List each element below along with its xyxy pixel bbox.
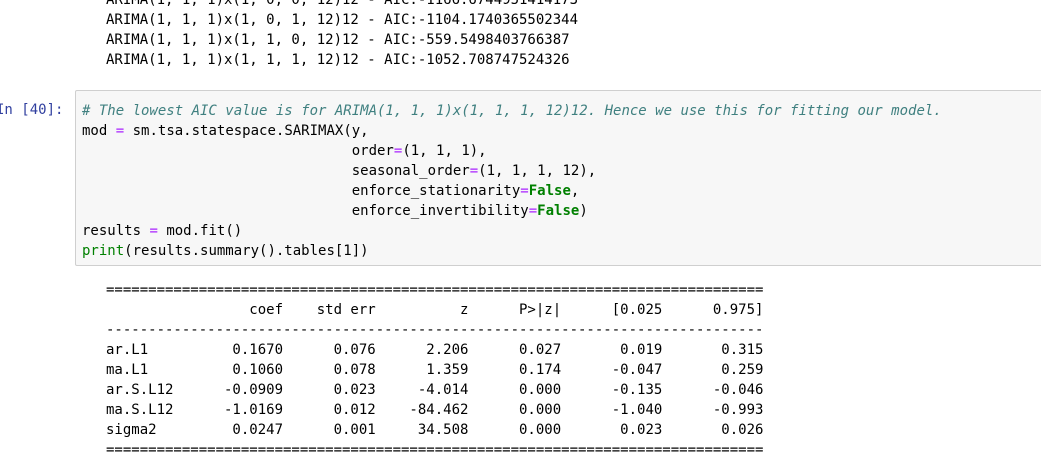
table-rule-mid: ----------------------------------------… bbox=[106, 322, 764, 338]
assign-op: = bbox=[115, 123, 125, 139]
invertibility-eq: = bbox=[528, 203, 538, 219]
code-editor[interactable]: # The lowest AIC value is for ARIMA(1, 1… bbox=[82, 101, 942, 261]
invertibility-kw: enforce_invertibility bbox=[351, 203, 529, 219]
seasonal-val: (1, 1, 1, 12), bbox=[478, 163, 597, 179]
print-fn: print bbox=[82, 243, 125, 259]
code-comment: # The lowest AIC value is for ARIMA(1, 1… bbox=[82, 103, 942, 119]
invertibility-val: False bbox=[537, 203, 580, 219]
table-rule-bottom: ========================================… bbox=[106, 442, 764, 458]
fit-call: mod.fit() bbox=[166, 223, 243, 239]
stationarity-eq: = bbox=[520, 183, 529, 199]
summary-table-output: ========================================… bbox=[106, 280, 763, 460]
results-var: results bbox=[82, 223, 142, 239]
table-row: ma.S.L12 -1.0169 0.012 -84.462 0.000 -1.… bbox=[106, 402, 764, 418]
code-cell-input[interactable]: # The lowest AIC value is for ARIMA(1, 1… bbox=[75, 90, 1041, 266]
aic-line-partial: ARIMA(1, 1, 1)x(1, 0, 0, 12)12 - AIC:-11… bbox=[106, 0, 579, 8]
sarimax-call: sm.tsa.statespace.SARIMAX(y, bbox=[132, 123, 369, 139]
table-row: ma.L1 0.1060 0.078 1.359 0.174 -0.047 0.… bbox=[106, 362, 764, 378]
mod-var: mod bbox=[82, 123, 108, 139]
seasonal-kw: seasonal_order bbox=[351, 163, 470, 179]
table-rule-top: ========================================… bbox=[106, 282, 764, 298]
aic-line-3: ARIMA(1, 1, 1)x(1, 1, 1, 12)12 - AIC:-10… bbox=[106, 52, 570, 68]
seasonal-eq: = bbox=[469, 163, 479, 179]
results-assign: = bbox=[149, 223, 158, 239]
aic-line-1: ARIMA(1, 1, 1)x(1, 0, 1, 12)12 - AIC:-11… bbox=[106, 12, 579, 28]
order-kw: order bbox=[351, 143, 394, 159]
aic-output-top: ARIMA(1, 1, 1)x(1, 0, 0, 12)12 - AIC:-11… bbox=[106, 0, 578, 70]
table-row: sigma2 0.0247 0.001 34.508 0.000 0.023 0… bbox=[106, 422, 764, 438]
table-header: coef std err z P>|z| [0.025 0.975] bbox=[106, 302, 764, 318]
cell-prompt: In [40]: bbox=[0, 102, 64, 118]
table-row: ar.S.L12 -0.0909 0.023 -4.014 0.000 -0.1… bbox=[106, 382, 764, 398]
stationarity-kw: enforce_stationarity bbox=[351, 183, 521, 199]
stationarity-val: False bbox=[528, 183, 571, 199]
table-row: ar.L1 0.1670 0.076 2.206 0.027 0.019 0.3… bbox=[106, 342, 764, 358]
print-args: (results.summary().tables[1]) bbox=[124, 243, 369, 259]
aic-line-2: ARIMA(1, 1, 1)x(1, 1, 0, 12)12 - AIC:-55… bbox=[106, 32, 570, 48]
order-val: (1, 1, 1), bbox=[402, 143, 487, 159]
